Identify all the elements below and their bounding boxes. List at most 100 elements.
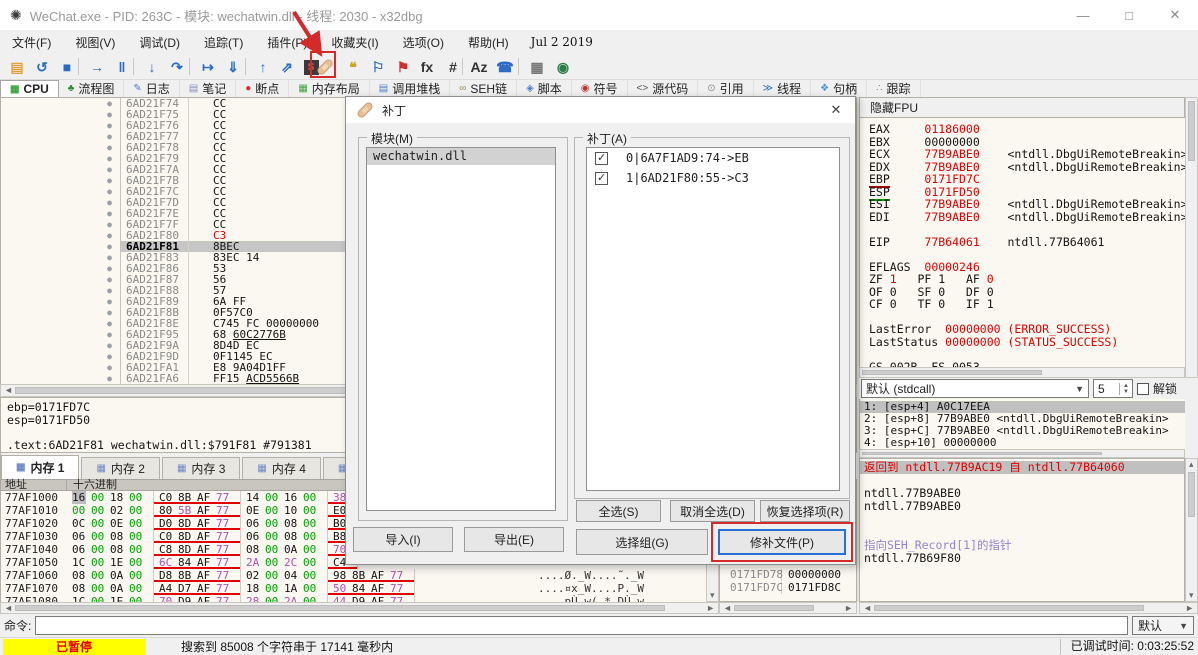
dump-hscrollbar[interactable]: ◄ ► <box>0 602 719 614</box>
dump-tab-2[interactable]: ▦ 内存 2 <box>81 457 160 479</box>
stack-row[interactable]: 0171FD78 00000000 <box>720 569 841 581</box>
tab-call-stack[interactable]: ▤ 调用堆栈 <box>370 80 451 97</box>
menu-item-0[interactable]: 文件(F) <box>0 31 63 54</box>
menu-item-7[interactable]: 帮助(H) <box>456 31 521 54</box>
stack-info-line[interactable]: 返回到 ntdll.77B9AC19 自 ntdll.77B64060 <box>860 461 1184 474</box>
minimize-button[interactable]: — <box>1060 0 1106 30</box>
close-button[interactable]: ✕ <box>1152 0 1198 30</box>
stack-hscrollbar[interactable]: ◄ ► <box>719 602 857 614</box>
tab-memory-map[interactable]: ▦ 内存布局 <box>289 80 370 97</box>
phone-trace-icon[interactable]: ☎ <box>494 56 516 78</box>
select-group-button[interactable]: 选择组(G) <box>576 529 708 555</box>
command-label: 命令: <box>4 619 32 633</box>
menu-item-3[interactable]: 追踪(T) <box>192 31 255 54</box>
menu-item-6[interactable]: 选项(O) <box>391 31 456 54</box>
dump-row[interactable]: 77AF1080 1C 00 1E 00 70 D9 AF 77 28 00 2A 00 44 D9 AF 77… <box>1 595 706 602</box>
dialog-close-button[interactable]: ✕ <box>825 102 847 118</box>
dump-tab-4[interactable]: ▦ 内存 4 <box>242 457 321 479</box>
calling-convention-select[interactable]: 默认 (stdcall) ▼ <box>861 379 1089 398</box>
dump-row[interactable]: 77AF1070 08 00 0A 00 A4 D7 AF 77 18 00 1A 00 50 84 AF 77… <box>1 582 706 595</box>
globe-icon[interactable]: ◉ <box>552 56 574 78</box>
module-list-item[interactable]: wechatwin.dll <box>367 148 555 165</box>
arguments-hscrollbar[interactable] <box>859 449 1185 458</box>
run-icon[interactable]: → <box>86 56 108 78</box>
stack-info-vscrollbar[interactable]: ▴ ▾ <box>1185 458 1198 602</box>
maximize-button[interactable]: □ <box>1106 0 1152 30</box>
dump-byte: AF <box>371 569 385 582</box>
patch-dialog-titlebar[interactable]: 补丁 ✕ <box>346 97 855 123</box>
arguments-pane[interactable]: 1: [esp+4] A0C17EEA 2: [esp+8] 77B9ABE0 <… <box>859 399 1185 449</box>
hide-fpu-header[interactable]: 隐藏FPU <box>859 97 1185 118</box>
registers-hscrollbar[interactable] <box>859 367 1185 378</box>
step-over-icon[interactable]: ↷ <box>166 56 188 78</box>
hash-icon[interactable]: # <box>442 56 464 78</box>
tab-log[interactable]: ✎ 日志 <box>124 80 180 97</box>
argument-line[interactable]: 4: [esp+10] 00000000 <box>860 437 1185 449</box>
tab-script[interactable]: ◈ 脚本 <box>517 80 572 97</box>
run-till-return-icon[interactable]: ↦ <box>197 56 219 78</box>
bookmark-icon[interactable]: ⚑ <box>392 56 414 78</box>
stack-info-hscrollbar[interactable]: ◄ ► <box>859 602 1198 614</box>
tab-breakpoints[interactable]: ● 断点 <box>236 80 290 97</box>
tab-cpu[interactable]: ▦ CPU <box>0 80 59 97</box>
command-profile-dropdown[interactable]: 默认 ▼ <box>1132 616 1194 635</box>
dump-byte: 8D <box>178 530 192 543</box>
tab-trace[interactable]: ∴ 跟踪 <box>867 80 921 97</box>
pause-icon[interactable]: ‖ <box>111 56 133 78</box>
stepper-buttons[interactable]: ▲ ▼ <box>1119 382 1132 395</box>
register-line[interactable]: EDI 77B9ABE0 <ntdll.DbgUiRemoteBreakin> <box>869 210 1185 224</box>
strings-icon[interactable]: Az <box>468 56 490 78</box>
stack-info-pane[interactable]: 返回到 ntdll.77B9AC19 自 ntdll.77B64060 ntdl… <box>859 458 1185 602</box>
tab-graph[interactable]: ♣ 流程图 <box>59 80 125 97</box>
open-file-icon[interactable]: ▤ <box>6 56 28 78</box>
registers-pane[interactable]: EAX 01186000 EBX 00000000 ECX 77B9ABE0 <nt… <box>859 118 1185 367</box>
tab-threads[interactable]: ≫ 线程 <box>754 80 812 97</box>
tab-references[interactable]: ⊙ 引用 <box>698 80 754 97</box>
register-line[interactable]: CF 0 TF 0 IF 1 <box>869 298 1185 311</box>
calculator-icon[interactable]: ▦ <box>526 56 548 78</box>
run-to-user-code-icon[interactable]: ⇗ <box>276 56 298 78</box>
stack-info-line[interactable] <box>860 513 1184 526</box>
menu-item-1[interactable]: 视图(V) <box>63 31 127 54</box>
register-line[interactable]: EIP 77B64061 ntdll.77B64061 <box>869 235 1185 249</box>
tab-handles[interactable]: ❖ 句柄 <box>811 80 868 97</box>
stack-info-line[interactable]: ntdll.77B69F80 <box>860 552 1184 565</box>
register-line[interactable]: LastStatus 00000000 (STATUS_SUCCESS) <box>869 335 1185 349</box>
tab-symbols[interactable]: ◉ 符号 <box>572 80 628 97</box>
stack-info-line[interactable]: ntdll.77B9ABE0 <box>860 500 1184 513</box>
title-bar: ✺ WeChat.exe - PID: 263C - 模块: wechatwin… <box>0 0 1198 30</box>
module-list[interactable]: wechatwin.dll <box>366 147 556 511</box>
step-out-icon[interactable]: ↑ <box>252 56 274 78</box>
skip-down-icon[interactable]: ⇓ <box>222 56 244 78</box>
comment-icon[interactable]: ❝ <box>342 56 364 78</box>
dump-row[interactable]: 77AF1060 08 00 0A 00 D8 8B AF 77 02 00 04 00 98 8B AF 77… <box>1 569 706 582</box>
patch-checkbox[interactable] <box>595 151 608 165</box>
label-icon[interactable]: ⚐ <box>367 56 389 78</box>
patch-list-item[interactable]: 0|6A7F1AD9:74->EB <box>587 148 839 168</box>
unlock-checkbox[interactable] <box>1137 382 1149 395</box>
registers-vscrollbar[interactable] <box>1185 97 1198 378</box>
tab-seh[interactable]: ∞ SEH链 <box>450 80 518 97</box>
dump-byte-group: 70 D9 AF 77 <box>154 595 241 602</box>
command-input[interactable] <box>35 616 1128 635</box>
dump-tab-1[interactable]: ▦ 内存 1 <box>1 455 80 479</box>
import-button[interactable]: 导入(I) <box>353 527 453 552</box>
deselect-all-button[interactable]: 取消全选(D) <box>670 500 755 522</box>
patch-checkbox[interactable] <box>595 171 608 185</box>
tab-source[interactable]: <> 源代码 <box>628 80 699 97</box>
restore-selection-button[interactable]: 恢复选择项(R) <box>760 500 850 522</box>
function-icon[interactable]: fx <box>416 56 438 78</box>
restart-icon[interactable]: ↺ <box>31 56 53 78</box>
stop-icon[interactable]: ■ <box>56 56 78 78</box>
step-into-icon[interactable]: ↓ <box>141 56 163 78</box>
build-date: Jul 2 2019 <box>530 35 593 49</box>
tab-notes[interactable]: ▤ 笔记 <box>180 80 237 97</box>
stack-row[interactable]: 0171FD7C 0171FD8C <box>720 581 841 594</box>
select-all-button[interactable]: 全选(S) <box>576 500 661 522</box>
patch-list-item[interactable]: 1|6AD21F80:55->C3 <box>587 168 839 188</box>
arg-count-stepper[interactable]: 5 ▲ ▼ <box>1093 379 1133 398</box>
menu-item-2[interactable]: 调试(D) <box>127 31 192 54</box>
export-button[interactable]: 导出(E) <box>464 527 564 552</box>
dump-tab-3[interactable]: ▦ 内存 3 <box>161 457 241 479</box>
patch-list[interactable]: 0|6A7F1AD9:74->EB 1|6AD21F80:55->C3 <box>586 147 840 491</box>
